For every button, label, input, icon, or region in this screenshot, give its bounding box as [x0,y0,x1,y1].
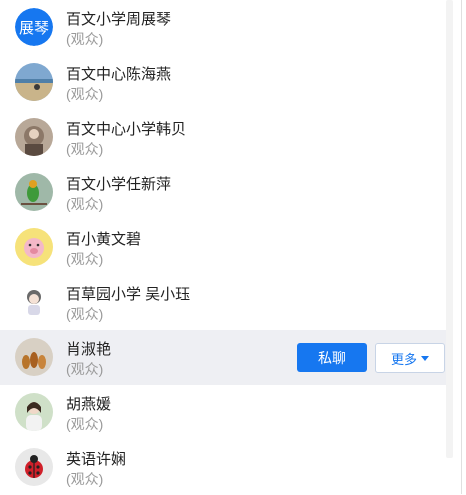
member-name: 百文小学任新萍 [66,176,172,193]
avatar: 展琴 [15,8,53,46]
member-row[interactable]: 百文小学任新萍 (观众) [0,165,453,220]
member-name: 百文小学周展琴 [66,11,172,28]
avatar [15,228,53,266]
avatar-initials: 展琴 [15,8,53,46]
member-role: (观众) [66,306,104,322]
member-role: (观众) [66,471,104,487]
avatar [15,283,53,321]
caret-down-icon [421,356,429,361]
avatar [15,118,53,156]
avatar [15,63,53,101]
member-role: (观众) [66,86,104,102]
member-name: 肖淑艳 [66,341,112,358]
member-row[interactable]: 英语许娴 (观众) [0,440,453,495]
more-button[interactable]: 更多 [375,343,445,373]
scrollbar-thumb[interactable] [446,0,453,458]
member-row[interactable]: 百草园小学 吴小珏 (观众) [0,275,453,330]
member-role: (观众) [66,31,104,47]
member-name: 胡燕媛 [66,396,112,413]
member-role: (观众) [66,196,104,212]
member-row[interactable]: 肖淑艳 (观众) 私聊 更多 [0,330,453,385]
member-list: 展琴 百文小学周展琴 (观众) 百文中心陈海燕 (观众) 百文中心小学韩贝 (观… [0,0,453,495]
member-role: (观众) [66,416,104,432]
mirror-photo-icon [15,118,53,156]
pig-cartoon-icon [15,228,53,266]
member-name: 百小黄文碧 [66,231,142,248]
member-role: (观众) [66,361,104,377]
beach-photo-icon [15,63,53,101]
member-row[interactable]: 百小黄文碧 (观众) [0,220,453,275]
dolls-photo-icon [15,338,53,376]
member-name: 百草园小学 吴小珏 [66,286,191,303]
member-row[interactable]: 百文中心陈海燕 (观众) [0,55,453,110]
avatar [15,173,53,211]
private-chat-button[interactable]: 私聊 [297,343,367,372]
member-role: (观众) [66,141,104,157]
member-row[interactable]: 胡燕媛 (观众) [0,385,453,440]
avatar [15,448,53,486]
avatar [15,338,53,376]
member-name: 百文中心小学韩贝 [66,121,187,138]
girl-cartoon-icon [15,283,53,321]
member-row[interactable]: 展琴 百文小学周展琴 (观众) [0,0,453,55]
parrot-photo-icon [15,173,53,211]
panel-divider [461,0,462,494]
ladybug-icon [15,448,53,486]
more-button-label: 更多 [390,351,417,367]
avatar [15,393,53,431]
member-row[interactable]: 百文中心小学韩贝 (观众) [0,110,453,165]
member-role: (观众) [66,251,104,267]
member-name: 英语许娴 [66,451,127,468]
woman-photo-icon [15,393,53,431]
member-name: 百文中心陈海燕 [66,66,172,83]
